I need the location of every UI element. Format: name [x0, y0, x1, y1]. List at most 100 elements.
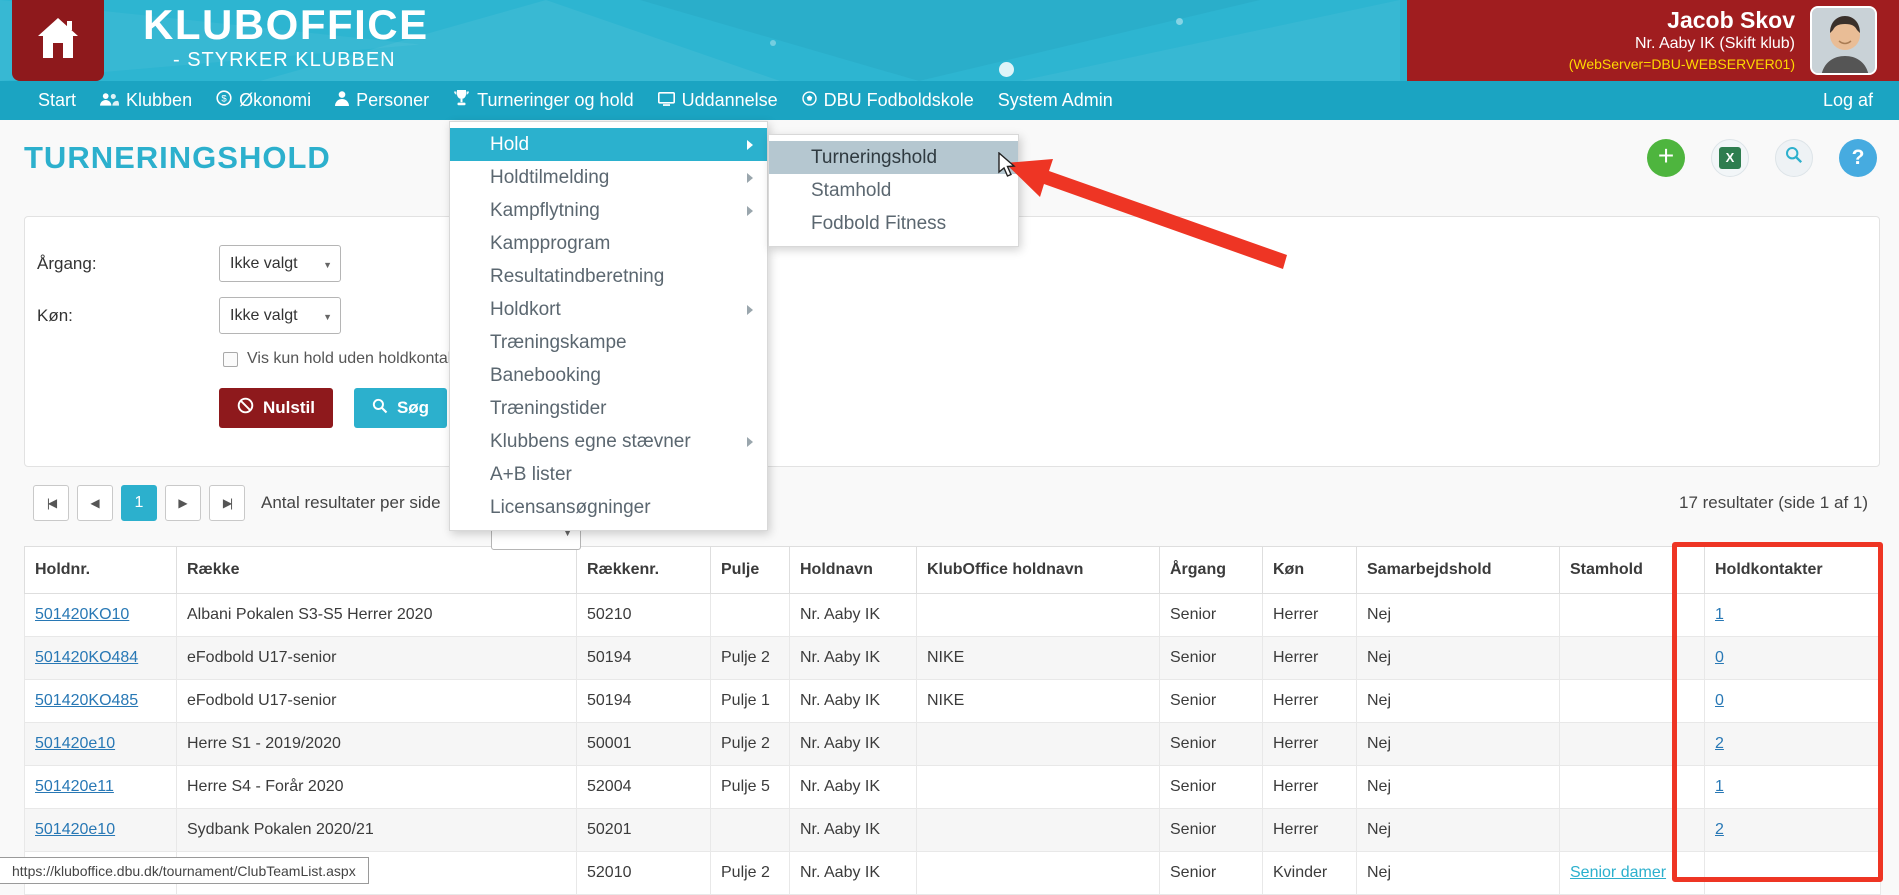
col-holdkontakter[interactable]: Holdkontakter — [1705, 547, 1881, 594]
cell-koen: Herrer — [1263, 723, 1357, 766]
cell-aargang: Senior — [1160, 809, 1263, 852]
menu-item-hold[interactable]: Hold — [450, 128, 767, 161]
menu-item-traeningskampe[interactable]: Træningskampe — [450, 326, 767, 359]
cell-stamhold — [1560, 809, 1705, 852]
menu-item-label: Kampprogram — [490, 233, 610, 255]
col-samarbejdshold[interactable]: Samarbejdshold — [1357, 547, 1560, 594]
holdkontakter-link[interactable]: 0 — [1715, 692, 1724, 709]
nav-item-dbu-fodboldskole[interactable]: DBU Fodboldskole — [802, 90, 974, 111]
decorative-dot — [999, 62, 1014, 77]
only-without-contacts-checkbox[interactable] — [223, 352, 238, 367]
first-page-button[interactable] — [33, 485, 69, 521]
question-icon — [1852, 146, 1865, 170]
cell-koen: Herrer — [1263, 637, 1357, 680]
table-row: 501420e10Herre S1 - 2019/202050001Pulje … — [25, 723, 1881, 766]
stamhold-link[interactable]: Senior damer — [1570, 864, 1666, 881]
nav-label: Personer — [356, 90, 429, 111]
excel-export-button[interactable] — [1711, 139, 1749, 177]
nav-item-okonomi[interactable]: $ Økonomi — [216, 90, 311, 111]
cell-aargang: Senior — [1160, 852, 1263, 895]
nav-item-system-admin[interactable]: System Admin — [998, 90, 1113, 111]
menu-item-banebooking[interactable]: Banebooking — [450, 359, 767, 392]
submenu-item-stamhold[interactable]: Stamhold — [769, 174, 1018, 207]
cell-raekke: eFodbold U17-senior — [177, 680, 577, 723]
col-holdnr[interactable]: Holdnr. — [25, 547, 177, 594]
menu-item-holdkort[interactable]: Holdkort — [450, 293, 767, 326]
col-kluboffice-holdnavn[interactable]: KlubOffice holdnavn — [917, 547, 1160, 594]
menu-item-licensansoegninger[interactable]: Licensansøgninger — [450, 491, 767, 524]
kluboffice-logo[interactable] — [12, 0, 104, 81]
status-url-tooltip: https://kluboffice.dbu.dk/tournament/Clu… — [0, 857, 369, 884]
cell-raekkenr: 50194 — [577, 680, 711, 723]
logout-button[interactable]: Log af — [1823, 90, 1873, 111]
search-toggle-button[interactable] — [1775, 139, 1813, 177]
next-page-button[interactable] — [165, 485, 201, 521]
cell-holdnr: 501420e10 — [25, 809, 177, 852]
menu-item-label: Resultatindberetning — [490, 266, 664, 288]
menu-item-holdtilmelding[interactable]: Holdtilmelding — [450, 161, 767, 194]
prev-page-button[interactable] — [77, 485, 113, 521]
col-raekke[interactable]: Række — [177, 547, 577, 594]
holdnr-link[interactable]: 501420KO10 — [35, 606, 129, 623]
user-panel[interactable]: Jacob Skov Nr. Aaby IK (Skift klub) (Web… — [1407, 0, 1899, 81]
search-button[interactable]: Søg — [354, 388, 447, 428]
chevron-right-icon — [747, 305, 753, 315]
page-number-button[interactable]: 1 — [121, 485, 157, 521]
table-row: 501420KO484eFodbold U17-senior50194Pulje… — [25, 637, 1881, 680]
col-koen[interactable]: Køn — [1263, 547, 1357, 594]
submenu-item-turneringshold[interactable]: Turneringshold — [769, 141, 1018, 174]
holdnr-link[interactable]: 501420KO485 — [35, 692, 138, 709]
person-icon — [335, 90, 349, 111]
menu-item-traeningstider[interactable]: Træningstider — [450, 392, 767, 425]
col-raekkenr[interactable]: Rækkenr. — [577, 547, 711, 594]
col-pulje[interactable]: Pulje — [711, 547, 790, 594]
koen-label: Køn: — [37, 306, 219, 326]
holdkontakter-link[interactable]: 1 — [1715, 606, 1724, 623]
cell-holdnr: 501420KO484 — [25, 637, 177, 680]
nav-item-uddannelse[interactable]: Uddannelse — [658, 90, 778, 111]
col-stamhold[interactable]: Stamhold — [1560, 547, 1705, 594]
menu-item-label: Banebooking — [490, 365, 601, 387]
menu-item-kampprogram[interactable]: Kampprogram — [450, 227, 767, 260]
holdnr-link[interactable]: 501420e10 — [35, 735, 115, 752]
last-page-button[interactable] — [209, 485, 245, 521]
submenu-item-fodbold-fitness[interactable]: Fodbold Fitness — [769, 207, 1018, 240]
menu-item-label: Kampflytning — [490, 200, 600, 222]
col-aargang[interactable]: Årgang — [1160, 547, 1263, 594]
holdnr-link[interactable]: 501420e10 — [35, 821, 115, 838]
col-holdnavn[interactable]: Holdnavn — [790, 547, 917, 594]
holdkontakter-link[interactable]: 2 — [1715, 735, 1724, 752]
brand-block: KLUBOFFICE - STYRKER KLUBBEN — [143, 2, 429, 72]
holdkontakter-link[interactable]: 0 — [1715, 649, 1724, 666]
nav-item-personer[interactable]: Personer — [335, 90, 429, 111]
cell-raekkenr: 50001 — [577, 723, 711, 766]
checkbox-label: Vis kun hold uden holdkontakt — [247, 350, 460, 368]
help-button[interactable] — [1839, 139, 1877, 177]
user-club-line[interactable]: Nr. Aaby IK (Skift klub) — [1407, 33, 1795, 55]
nav-item-turneringer-og-hold[interactable]: Turneringer og hold — [453, 90, 633, 111]
cell-holdkontakter: 0 — [1705, 680, 1881, 723]
menu-item-kampflytning[interactable]: Kampflytning — [450, 194, 767, 227]
cell-kluboffice_holdnavn — [917, 594, 1160, 637]
koen-select[interactable]: Ikke valgt — [219, 297, 341, 334]
menu-item-resultatindberetning[interactable]: Resultatindberetning — [450, 260, 767, 293]
cell-stamhold — [1560, 594, 1705, 637]
menu-item-klubbens-egne-staevner[interactable]: Klubbens egne stævner — [450, 425, 767, 458]
aargang-select[interactable]: Ikke valgt — [219, 245, 341, 282]
cell-koen: Kvinder — [1263, 852, 1357, 895]
user-name: Jacob Skov — [1407, 7, 1795, 33]
nav-item-start[interactable]: Start — [38, 90, 76, 111]
results-summary: 17 resultater (side 1 af 1) — [1679, 493, 1868, 513]
cell-kluboffice_holdnavn: NIKE — [917, 680, 1160, 723]
add-button[interactable] — [1647, 139, 1685, 177]
cell-kluboffice_holdnavn — [917, 766, 1160, 809]
holdnr-link[interactable]: 501420e11 — [35, 778, 114, 795]
holdkontakter-link[interactable]: 2 — [1715, 821, 1724, 838]
reset-button[interactable]: Nulstil — [219, 388, 333, 428]
cell-holdnavn: Nr. Aaby IK — [790, 723, 917, 766]
magnifier-icon — [372, 398, 388, 419]
menu-item-a-b-lister[interactable]: A+B lister — [450, 458, 767, 491]
nav-item-klubben[interactable]: Klubben — [100, 90, 192, 111]
holdkontakter-link[interactable]: 1 — [1715, 778, 1724, 795]
holdnr-link[interactable]: 501420KO484 — [35, 649, 138, 666]
